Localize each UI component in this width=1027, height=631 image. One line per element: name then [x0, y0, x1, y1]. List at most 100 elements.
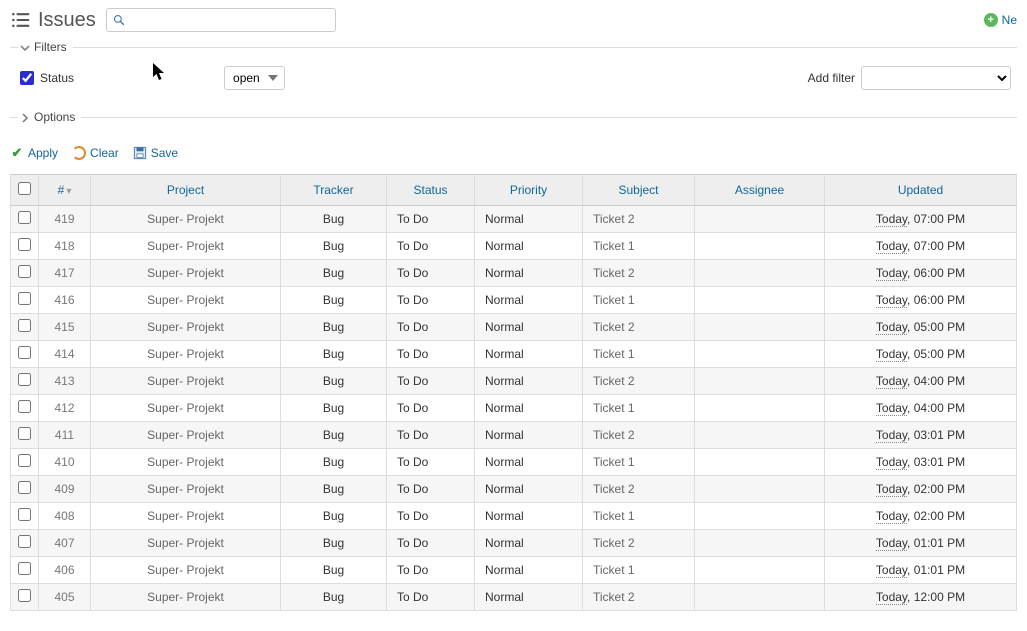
add-filter-select[interactable] [861, 66, 1011, 90]
options-toggle[interactable]: Options [18, 110, 81, 124]
row-project[interactable]: Super- Projekt [91, 314, 281, 341]
row-subject[interactable]: Ticket 1 [583, 557, 695, 584]
row-subject[interactable]: Ticket 2 [583, 368, 695, 395]
filter-status-checkbox[interactable] [20, 71, 34, 85]
table-row[interactable]: 415Super- ProjektBugTo DoNormalTicket 2T… [11, 314, 1017, 341]
row-checkbox[interactable] [18, 319, 31, 332]
col-project[interactable]: Project [91, 175, 281, 206]
row-subject[interactable]: Ticket 1 [583, 449, 695, 476]
row-subject[interactable]: Ticket 2 [583, 584, 695, 611]
row-select-cell [11, 422, 39, 449]
apply-button[interactable]: ✔ Apply [10, 146, 58, 160]
row-id[interactable]: 405 [39, 584, 91, 611]
row-project[interactable]: Super- Projekt [91, 341, 281, 368]
row-subject[interactable]: Ticket 1 [583, 395, 695, 422]
row-subject[interactable]: Ticket 2 [583, 260, 695, 287]
row-id[interactable]: 414 [39, 341, 91, 368]
table-row[interactable]: 406Super- ProjektBugTo DoNormalTicket 1T… [11, 557, 1017, 584]
table-row[interactable]: 417Super- ProjektBugTo DoNormalTicket 2T… [11, 260, 1017, 287]
col-assignee[interactable]: Assignee [695, 175, 825, 206]
row-subject[interactable]: Ticket 2 [583, 206, 695, 233]
row-project[interactable]: Super- Projekt [91, 395, 281, 422]
table-row[interactable]: 418Super- ProjektBugTo DoNormalTicket 1T… [11, 233, 1017, 260]
row-project[interactable]: Super- Projekt [91, 260, 281, 287]
table-row[interactable]: 419Super- ProjektBugTo DoNormalTicket 2T… [11, 206, 1017, 233]
row-checkbox[interactable] [18, 454, 31, 467]
col-updated[interactable]: Updated [825, 175, 1017, 206]
row-checkbox[interactable] [18, 373, 31, 386]
row-checkbox[interactable] [18, 265, 31, 278]
table-row[interactable]: 410Super- ProjektBugTo DoNormalTicket 1T… [11, 449, 1017, 476]
row-subject[interactable]: Ticket 1 [583, 503, 695, 530]
row-status: To Do [387, 503, 475, 530]
row-id[interactable]: 416 [39, 287, 91, 314]
row-id[interactable]: 413 [39, 368, 91, 395]
row-id[interactable]: 410 [39, 449, 91, 476]
row-id[interactable]: 409 [39, 476, 91, 503]
table-row[interactable]: 414Super- ProjektBugTo DoNormalTicket 1T… [11, 341, 1017, 368]
row-checkbox[interactable] [18, 508, 31, 521]
row-id[interactable]: 406 [39, 557, 91, 584]
row-checkbox[interactable] [18, 589, 31, 602]
row-id[interactable]: 412 [39, 395, 91, 422]
row-checkbox[interactable] [18, 562, 31, 575]
row-project[interactable]: Super- Projekt [91, 368, 281, 395]
table-row[interactable]: 413Super- ProjektBugTo DoNormalTicket 2T… [11, 368, 1017, 395]
table-row[interactable]: 411Super- ProjektBugTo DoNormalTicket 2T… [11, 422, 1017, 449]
col-tracker[interactable]: Tracker [281, 175, 387, 206]
row-checkbox[interactable] [18, 400, 31, 413]
table-row[interactable]: 405Super- ProjektBugTo DoNormalTicket 2T… [11, 584, 1017, 611]
row-project[interactable]: Super- Projekt [91, 557, 281, 584]
col-id[interactable]: #▾ [39, 175, 91, 206]
row-id[interactable]: 419 [39, 206, 91, 233]
row-priority: Normal [475, 503, 583, 530]
select-all-checkbox[interactable] [18, 182, 31, 195]
row-subject[interactable]: Ticket 1 [583, 341, 695, 368]
row-priority: Normal [475, 476, 583, 503]
col-subject[interactable]: Subject [583, 175, 695, 206]
save-button[interactable]: Save [133, 146, 178, 160]
row-checkbox[interactable] [18, 238, 31, 251]
row-project[interactable]: Super- Projekt [91, 287, 281, 314]
row-subject[interactable]: Ticket 2 [583, 530, 695, 557]
list-icon [10, 10, 30, 30]
clear-button[interactable]: Clear [72, 146, 119, 160]
search-input[interactable] [106, 8, 336, 32]
filter-status-operator[interactable]: open [224, 66, 285, 90]
filters-toggle[interactable]: Filters [18, 40, 73, 54]
row-priority: Normal [475, 260, 583, 287]
new-issue-link[interactable]: + Ne [984, 13, 1017, 27]
row-project[interactable]: Super- Projekt [91, 233, 281, 260]
row-checkbox[interactable] [18, 346, 31, 359]
row-subject[interactable]: Ticket 2 [583, 422, 695, 449]
row-checkbox[interactable] [18, 535, 31, 548]
row-project[interactable]: Super- Projekt [91, 206, 281, 233]
row-project[interactable]: Super- Projekt [91, 476, 281, 503]
table-row[interactable]: 408Super- ProjektBugTo DoNormalTicket 1T… [11, 503, 1017, 530]
row-project[interactable]: Super- Projekt [91, 503, 281, 530]
row-checkbox[interactable] [18, 481, 31, 494]
row-checkbox[interactable] [18, 292, 31, 305]
row-id[interactable]: 407 [39, 530, 91, 557]
col-priority[interactable]: Priority [475, 175, 583, 206]
row-id[interactable]: 415 [39, 314, 91, 341]
row-id[interactable]: 418 [39, 233, 91, 260]
table-row[interactable]: 416Super- ProjektBugTo DoNormalTicket 1T… [11, 287, 1017, 314]
row-subject[interactable]: Ticket 2 [583, 476, 695, 503]
row-id[interactable]: 417 [39, 260, 91, 287]
row-project[interactable]: Super- Projekt [91, 449, 281, 476]
row-subject[interactable]: Ticket 1 [583, 233, 695, 260]
col-status[interactable]: Status [387, 175, 475, 206]
table-row[interactable]: 412Super- ProjektBugTo DoNormalTicket 1T… [11, 395, 1017, 422]
row-project[interactable]: Super- Projekt [91, 422, 281, 449]
row-subject[interactable]: Ticket 2 [583, 314, 695, 341]
row-project[interactable]: Super- Projekt [91, 530, 281, 557]
row-id[interactable]: 408 [39, 503, 91, 530]
row-checkbox[interactable] [18, 211, 31, 224]
row-id[interactable]: 411 [39, 422, 91, 449]
table-row[interactable]: 407Super- ProjektBugTo DoNormalTicket 2T… [11, 530, 1017, 557]
row-project[interactable]: Super- Projekt [91, 584, 281, 611]
row-subject[interactable]: Ticket 1 [583, 287, 695, 314]
table-row[interactable]: 409Super- ProjektBugTo DoNormalTicket 2T… [11, 476, 1017, 503]
row-checkbox[interactable] [18, 427, 31, 440]
